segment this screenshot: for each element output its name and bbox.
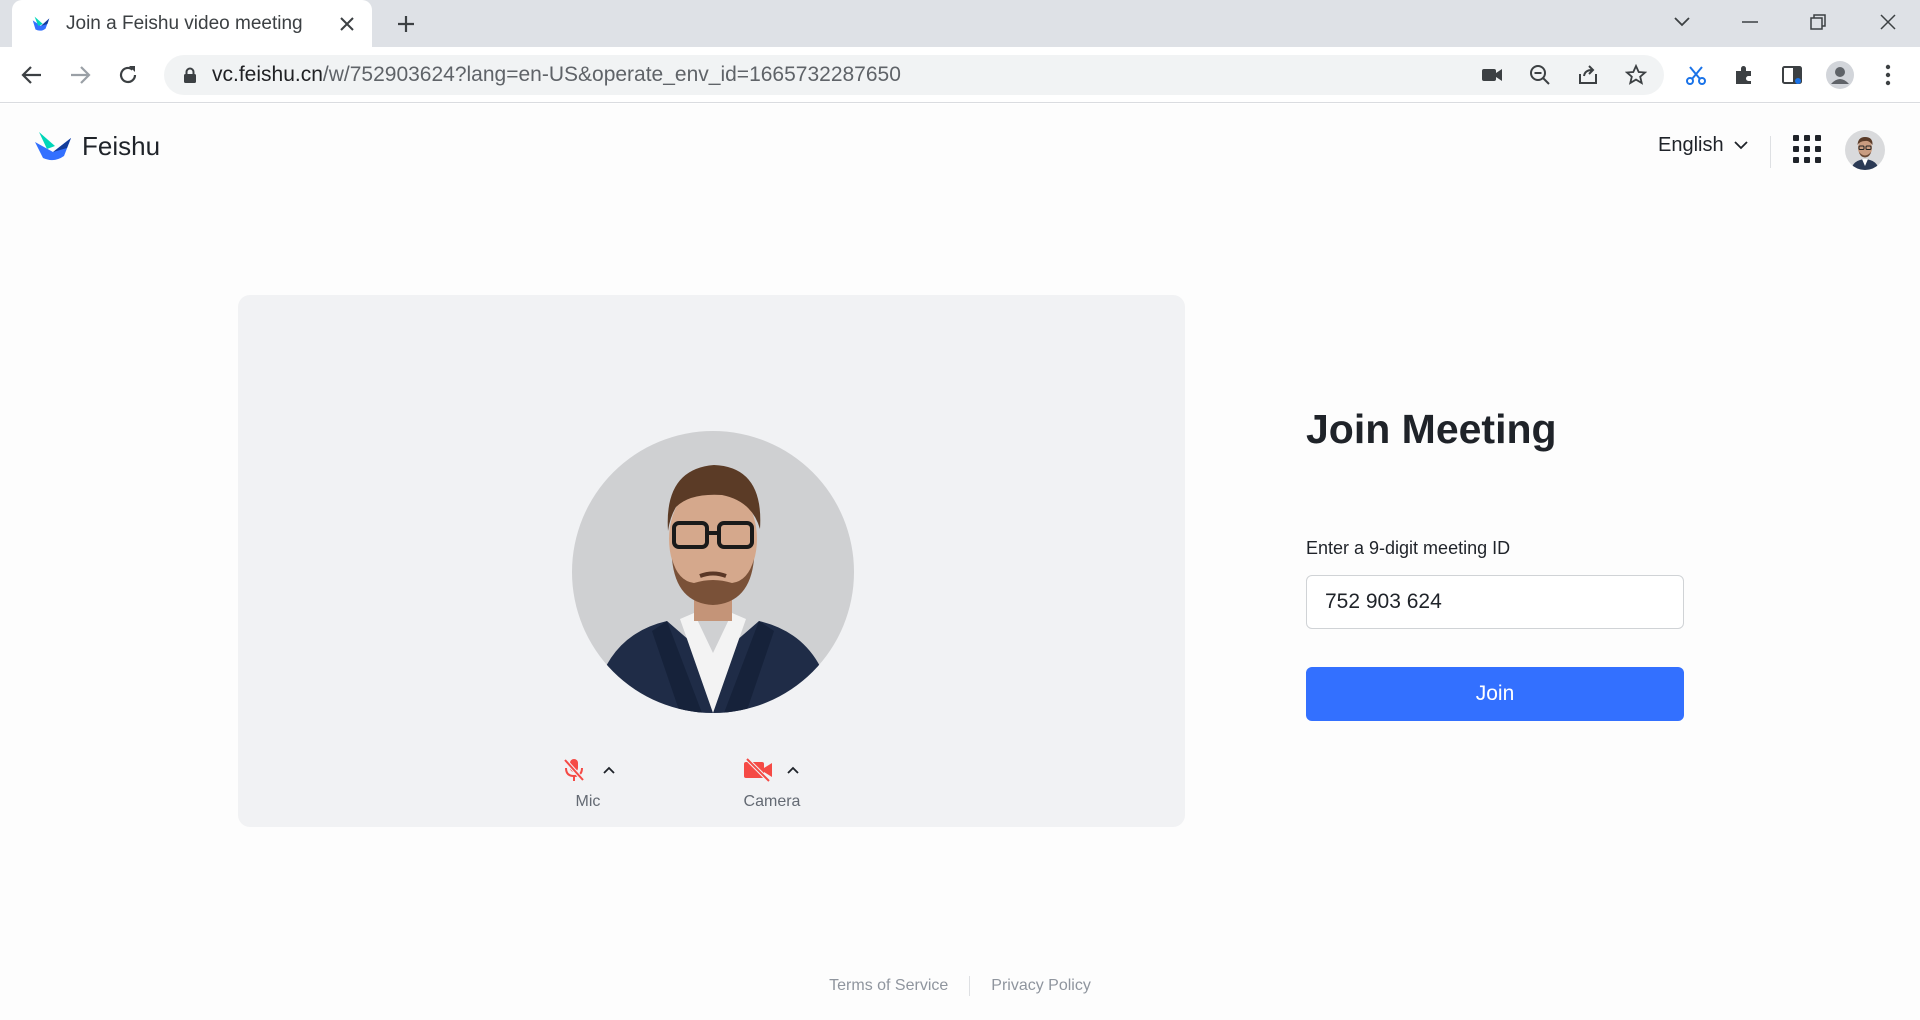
bookmark-star-icon[interactable]	[1620, 59, 1652, 91]
browser-tab[interactable]: Join a Feishu video meeting	[12, 0, 372, 47]
footer-divider	[969, 976, 971, 996]
feishu-logo[interactable]: Feishu	[34, 130, 160, 162]
browser-toolbar: vc.feishu.cn/w/752903624?lang=en-US&oper…	[0, 47, 1920, 103]
address-bar[interactable]: vc.feishu.cn/w/752903624?lang=en-US&oper…	[164, 55, 1664, 95]
tab-title: Join a Feishu video meeting	[66, 12, 303, 34]
brand-name: Feishu	[82, 130, 161, 161]
camera-options-chevron-up-icon[interactable]	[785, 762, 801, 778]
page-title: Join Meeting	[1306, 406, 1557, 452]
participant-avatar	[572, 431, 854, 713]
zoom-out-icon[interactable]	[1524, 59, 1556, 91]
minimize-window-icon[interactable]	[1734, 8, 1766, 36]
camera-control[interactable]: Camera	[743, 755, 801, 811]
back-icon[interactable]	[16, 59, 48, 91]
user-avatar[interactable]	[1845, 130, 1885, 170]
lock-icon[interactable]	[180, 65, 200, 85]
url-text: vc.feishu.cn/w/752903624?lang=en-US&oper…	[212, 63, 901, 87]
feishu-logo-icon	[35, 132, 71, 161]
mic-muted-icon[interactable]	[559, 755, 589, 785]
camera-label: Camera	[743, 793, 801, 810]
extensions-puzzle-icon[interactable]	[1728, 59, 1760, 91]
meeting-id-label: Enter a 9-digit meeting ID	[1306, 538, 1511, 558]
mic-options-chevron-up-icon[interactable]	[601, 762, 617, 778]
share-icon[interactable]	[1572, 59, 1604, 91]
language-label: English	[1658, 134, 1724, 156]
close-tab-icon[interactable]	[336, 13, 358, 35]
footer: Terms of Service Privacy Policy	[0, 976, 1920, 996]
profile-icon[interactable]	[1824, 59, 1856, 91]
video-preview-card: Mic Camera	[238, 295, 1185, 827]
camera-off-icon[interactable]	[743, 755, 773, 785]
app-grid-icon[interactable]	[1792, 134, 1822, 164]
header-divider	[1770, 136, 1771, 168]
mic-control[interactable]: Mic	[559, 755, 617, 811]
browser-menu-icon[interactable]	[1872, 59, 1904, 91]
forward-icon[interactable]	[64, 59, 96, 91]
terms-of-service-link[interactable]: Terms of Service	[829, 977, 948, 995]
page: Feishu English Mic Camera Join Meeting E…	[0, 104, 1920, 1020]
tab-search-icon[interactable]	[1666, 8, 1698, 36]
url-path: /w/752903624?lang=en-US&operate_env_id=1…	[322, 63, 901, 86]
join-button[interactable]: Join	[1306, 667, 1684, 721]
privacy-policy-link[interactable]: Privacy Policy	[991, 977, 1091, 995]
mic-label: Mic	[575, 793, 601, 810]
feishu-favicon-icon	[32, 16, 50, 31]
close-window-icon[interactable]	[1872, 8, 1904, 36]
meeting-id-input[interactable]	[1306, 575, 1684, 629]
language-selector[interactable]: English	[1658, 134, 1752, 157]
camera-blocked-icon[interactable]	[1476, 59, 1508, 91]
reload-icon[interactable]	[112, 59, 144, 91]
side-panel-icon[interactable]	[1776, 59, 1808, 91]
restore-window-icon[interactable]	[1802, 8, 1834, 36]
scissors-extension-icon[interactable]	[1680, 59, 1712, 91]
chevron-down-icon	[1733, 137, 1752, 155]
browser-tab-bar: Join a Feishu video meeting	[0, 0, 1920, 47]
new-tab-button[interactable]	[392, 10, 420, 38]
url-host: vc.feishu.cn	[212, 63, 323, 86]
